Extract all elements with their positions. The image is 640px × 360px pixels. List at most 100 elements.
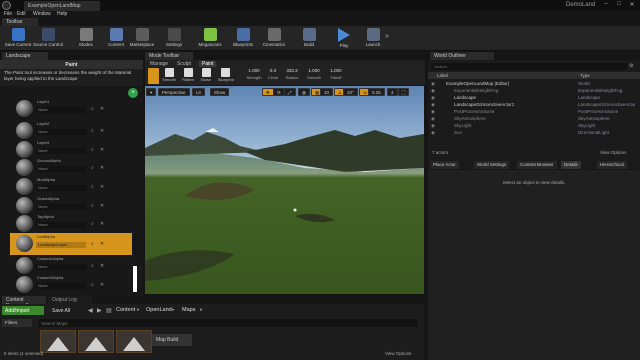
megascans-button[interactable]: Megascans: [192, 27, 228, 49]
toolbar-overflow-icon[interactable]: »: [385, 33, 389, 40]
outliner-row[interactable]: ◉ SkyLight SkyLight: [428, 123, 640, 129]
layer-source-dropdown[interactable]: LandscapeLayer: [36, 242, 86, 248]
folder-icon[interactable]: ▤: [106, 307, 112, 314]
visibility-icon[interactable]: ◉: [431, 116, 435, 122]
browse-icon[interactable]: ⌕: [91, 282, 97, 288]
menu-help[interactable]: Help: [57, 11, 67, 17]
world-outliner-tab[interactable]: World Outliner: [430, 52, 494, 60]
radius-param[interactable]: 333.3 Radius: [283, 68, 301, 80]
breadcrumb-content[interactable]: Content: [116, 307, 135, 313]
outliner-row[interactable]: ◉ Landscape Landscape: [428, 95, 640, 101]
browse-icon[interactable]: ⌕: [91, 221, 97, 227]
outliner-row[interactable]: ◉ LandscapeGizmoActiveActor1 LandscapeGizm…: [428, 102, 640, 108]
tab-world-settings[interactable]: World Settings: [474, 161, 510, 169]
output-log-tab[interactable]: Output Log: [48, 296, 92, 304]
layer-source-dropdown[interactable]: None: [36, 129, 86, 135]
rotation-snap-value[interactable]: 10°: [343, 88, 358, 96]
browse-icon[interactable]: ⌕: [91, 165, 97, 171]
maximize-viewport-icon[interactable]: ⛶: [398, 88, 410, 96]
tab-place-actor[interactable]: Place Actor: [430, 161, 459, 169]
map-asset-thumbnail[interactable]: [116, 330, 152, 353]
visibility-icon[interactable]: ◉: [431, 109, 435, 115]
layer-item[interactable]: TopAlpha None ⌕ ✕: [10, 213, 132, 235]
map-asset-thumbnail[interactable]: [78, 330, 114, 353]
visibility-icon[interactable]: ◉: [431, 102, 435, 108]
translate-icon[interactable]: ✥: [262, 88, 274, 96]
tab-hierarchical[interactable]: Hierarchical: [597, 161, 627, 169]
strength-param[interactable]: 1.000 Strength: [245, 68, 263, 80]
minimize-icon[interactable]: –: [600, 1, 612, 9]
mode-toolbar-tab[interactable]: Mode Toolbar: [145, 52, 193, 60]
camera-speed-button[interactable]: 4: [387, 88, 398, 96]
noise-tool[interactable]: Noise: [199, 68, 213, 82]
scale-icon[interactable]: ⤢: [284, 88, 296, 96]
layer-source-dropdown[interactable]: None: [36, 185, 86, 191]
browse-icon[interactable]: ⌕: [91, 241, 97, 247]
tab-paint[interactable]: Paint: [199, 61, 217, 67]
browse-icon[interactable]: ⌕: [91, 128, 97, 134]
add-import-button[interactable]: Add/Import: [2, 306, 44, 315]
falloff-param[interactable]: 1.000 Falloff: [327, 68, 345, 80]
layer-source-dropdown[interactable]: None: [36, 264, 86, 270]
content-browser-tab[interactable]: Content Browser 2: [2, 296, 46, 309]
viewport-menu-icon[interactable]: ▾: [146, 88, 157, 96]
outliner-settings-icon[interactable]: ⚙: [629, 63, 633, 69]
visibility-icon[interactable]: ◉: [431, 81, 435, 87]
menu-window[interactable]: Window: [33, 11, 51, 17]
marketplace-button[interactable]: Marketplace: [124, 27, 160, 49]
layer-item-selected[interactable]: LeafAlpha LandscapeLayer ⌕ ✕: [10, 233, 132, 255]
outliner-row[interactable]: ◉ SkyAtmosphere SkyAtmosphere: [428, 116, 640, 122]
outliner-row[interactable]: ◉ ExponentialHeightFog ExponentialHeightFo…: [428, 88, 640, 94]
delete-icon[interactable]: ✕: [100, 165, 106, 171]
layer-source-dropdown[interactable]: None: [36, 107, 86, 113]
flatten-tool[interactable]: Flatten: [181, 68, 195, 82]
blueprint-tool[interactable]: Blueprint: [218, 68, 234, 82]
column-label[interactable]: Label: [437, 73, 448, 78]
filters-button[interactable]: Filters: [2, 319, 32, 327]
toolbar-tab[interactable]: Toolbar: [2, 18, 38, 26]
delete-icon[interactable]: ✕: [100, 221, 106, 227]
search-maps-input[interactable]: [38, 319, 418, 327]
tab-content-browser[interactable]: Content Browser: [517, 161, 557, 169]
history-back-icon[interactable]: ◀: [88, 307, 93, 314]
visibility-icon[interactable]: ◉: [431, 88, 435, 94]
grid-snap-value[interactable]: 10: [320, 88, 334, 96]
column-type[interactable]: Type: [580, 73, 590, 78]
paint-brush-icon[interactable]: [148, 68, 159, 84]
delete-icon[interactable]: ✕: [100, 147, 106, 153]
scale-snap-value[interactable]: 0.25: [368, 88, 385, 96]
show-button[interactable]: Show: [210, 88, 230, 96]
tab-manage[interactable]: Manage: [147, 61, 171, 67]
map-build-asset[interactable]: Map Build: [152, 334, 192, 346]
menu-edit[interactable]: Edit: [17, 11, 26, 17]
landscape-tab[interactable]: Landscape: [2, 52, 48, 60]
save-all-button[interactable]: Save All: [49, 306, 83, 315]
delete-icon[interactable]: ✕: [100, 106, 106, 112]
browse-icon[interactable]: ⌕: [91, 147, 97, 153]
layer-source-dropdown[interactable]: None: [36, 204, 86, 210]
rotate-icon[interactable]: ⟳: [273, 88, 285, 96]
unreal-logo-icon[interactable]: [2, 1, 11, 10]
delete-icon[interactable]: ✕: [100, 282, 106, 288]
browse-icon[interactable]: ⌕: [91, 184, 97, 190]
layer-source-dropdown[interactable]: None: [36, 148, 86, 154]
close-icon[interactable]: ✕: [626, 1, 638, 9]
layer-source-dropdown[interactable]: None: [36, 222, 86, 228]
history-forward-icon[interactable]: ▶: [97, 307, 102, 314]
browse-icon[interactable]: ⌕: [91, 263, 97, 269]
visibility-icon[interactable]: ◉: [431, 95, 435, 101]
smooth-tool[interactable]: Smooth: [162, 68, 176, 82]
view-options-button[interactable]: View Options: [385, 351, 411, 356]
layer-item[interactable]: Custom2Alpha None ⌕ ✕: [10, 274, 132, 296]
maximize-icon[interactable]: □: [613, 1, 625, 9]
visibility-icon[interactable]: ◉: [431, 130, 435, 136]
world-icon[interactable]: ◍: [298, 88, 310, 96]
settings-button[interactable]: Settings: [156, 27, 192, 49]
map-asset-thumbnail[interactable]: [40, 330, 76, 353]
tab-sculpt[interactable]: Sculpt: [174, 61, 194, 67]
layer-source-dropdown[interactable]: None: [36, 283, 86, 289]
breadcrumb-maps[interactable]: Maps: [182, 307, 195, 313]
paint-add-icon[interactable]: +: [128, 88, 138, 98]
layer-item[interactable]: Layer1 None ⌕ ✕: [10, 98, 132, 120]
delete-icon[interactable]: ✕: [100, 203, 106, 209]
